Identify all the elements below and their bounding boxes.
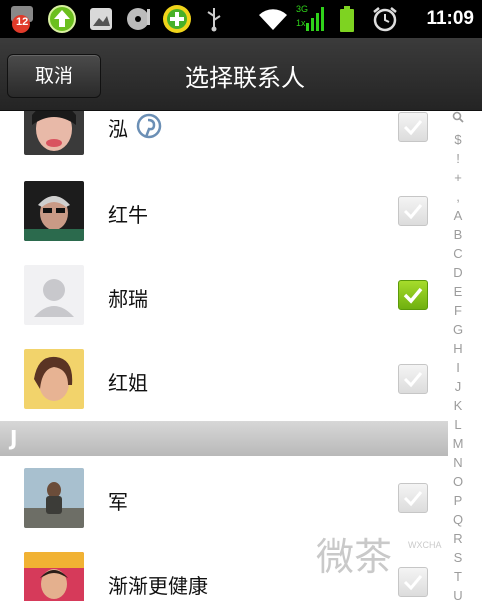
upload-arrow-icon [46,4,78,34]
cancel-button[interactable]: 取消 [7,54,101,98]
watermark-sub: WXCHA [408,540,442,550]
index-letter[interactable]: N [448,453,468,472]
contact-avatar [24,349,84,409]
disc-icon [124,4,156,34]
network-type-label: 3G [296,4,309,14]
index-search-icon[interactable] [448,111,468,130]
pinterest-icon [136,113,162,143]
contact-checkbox[interactable] [398,364,428,394]
index-letter[interactable]: A [448,206,468,225]
signal-icon: 3G 1x [294,4,324,34]
contact-name: 红姐 [108,371,148,395]
index-letter[interactable]: G [448,320,468,339]
index-letter[interactable]: M [448,434,468,453]
notification-badge-icon: 12 [6,4,40,34]
index-letter[interactable]: B [448,225,468,244]
index-letter[interactable]: , [448,187,468,206]
page-title: 选择联系人 [185,64,305,92]
section-header-label: J [10,426,18,450]
index-letter[interactable]: ! [448,149,468,168]
index-letter[interactable]: D [448,263,468,282]
notification-count: 12 [16,16,29,28]
index-letter[interactable]: $ [448,130,468,149]
index-letter[interactable]: + [448,168,468,187]
contact-row[interactable]: 红姐 [0,337,448,422]
wifi-icon [256,4,290,34]
contact-checkbox[interactable] [398,112,428,142]
image-icon [86,4,116,34]
contact-row[interactable]: 郝瑞 [0,253,448,338]
contact-name: 泓 [108,117,128,141]
contact-avatar [24,468,84,528]
contact-avatar [24,552,84,601]
index-letter[interactable]: P [448,491,468,510]
index-letter[interactable]: F [448,301,468,320]
status-clock: 11:09 [426,8,474,29]
network-sub-label: 1x [296,18,306,28]
index-letter[interactable]: J [448,377,468,396]
index-letter[interactable]: H [448,339,468,358]
contact-avatar [24,111,84,155]
contact-name: 郝瑞 [108,287,148,311]
watermark-logo: 微茶 WXCHA [312,520,462,590]
title-bar: 取消 选择联系人 [0,38,482,111]
plus-app-icon [160,4,194,34]
alarm-clock-icon [370,4,400,34]
contact-row[interactable]: 红牛 [0,169,448,254]
index-letter[interactable]: I [448,358,468,377]
watermark-text: 微茶 [316,535,393,579]
contact-avatar [24,181,84,241]
index-letter[interactable]: O [448,472,468,491]
battery-icon [336,4,358,34]
contact-name: 红牛 [108,203,148,227]
contact-name: 渐渐更健康 [108,574,208,598]
contact-checkbox[interactable] [398,196,428,226]
contact-checkbox-checked[interactable] [398,280,428,310]
contact-checkbox[interactable] [398,483,428,513]
status-bar: 12 3G 1x 11:09 [0,0,482,38]
section-header: J [0,422,448,456]
default-avatar-icon [24,265,84,325]
contact-name: 军 [108,490,128,514]
index-letter[interactable]: E [448,282,468,301]
contact-row[interactable]: 泓 [0,111,448,170]
index-letter[interactable]: C [448,244,468,263]
index-letter[interactable]: K [448,396,468,415]
usb-icon [202,4,226,34]
index-letter[interactable]: L [448,415,468,434]
